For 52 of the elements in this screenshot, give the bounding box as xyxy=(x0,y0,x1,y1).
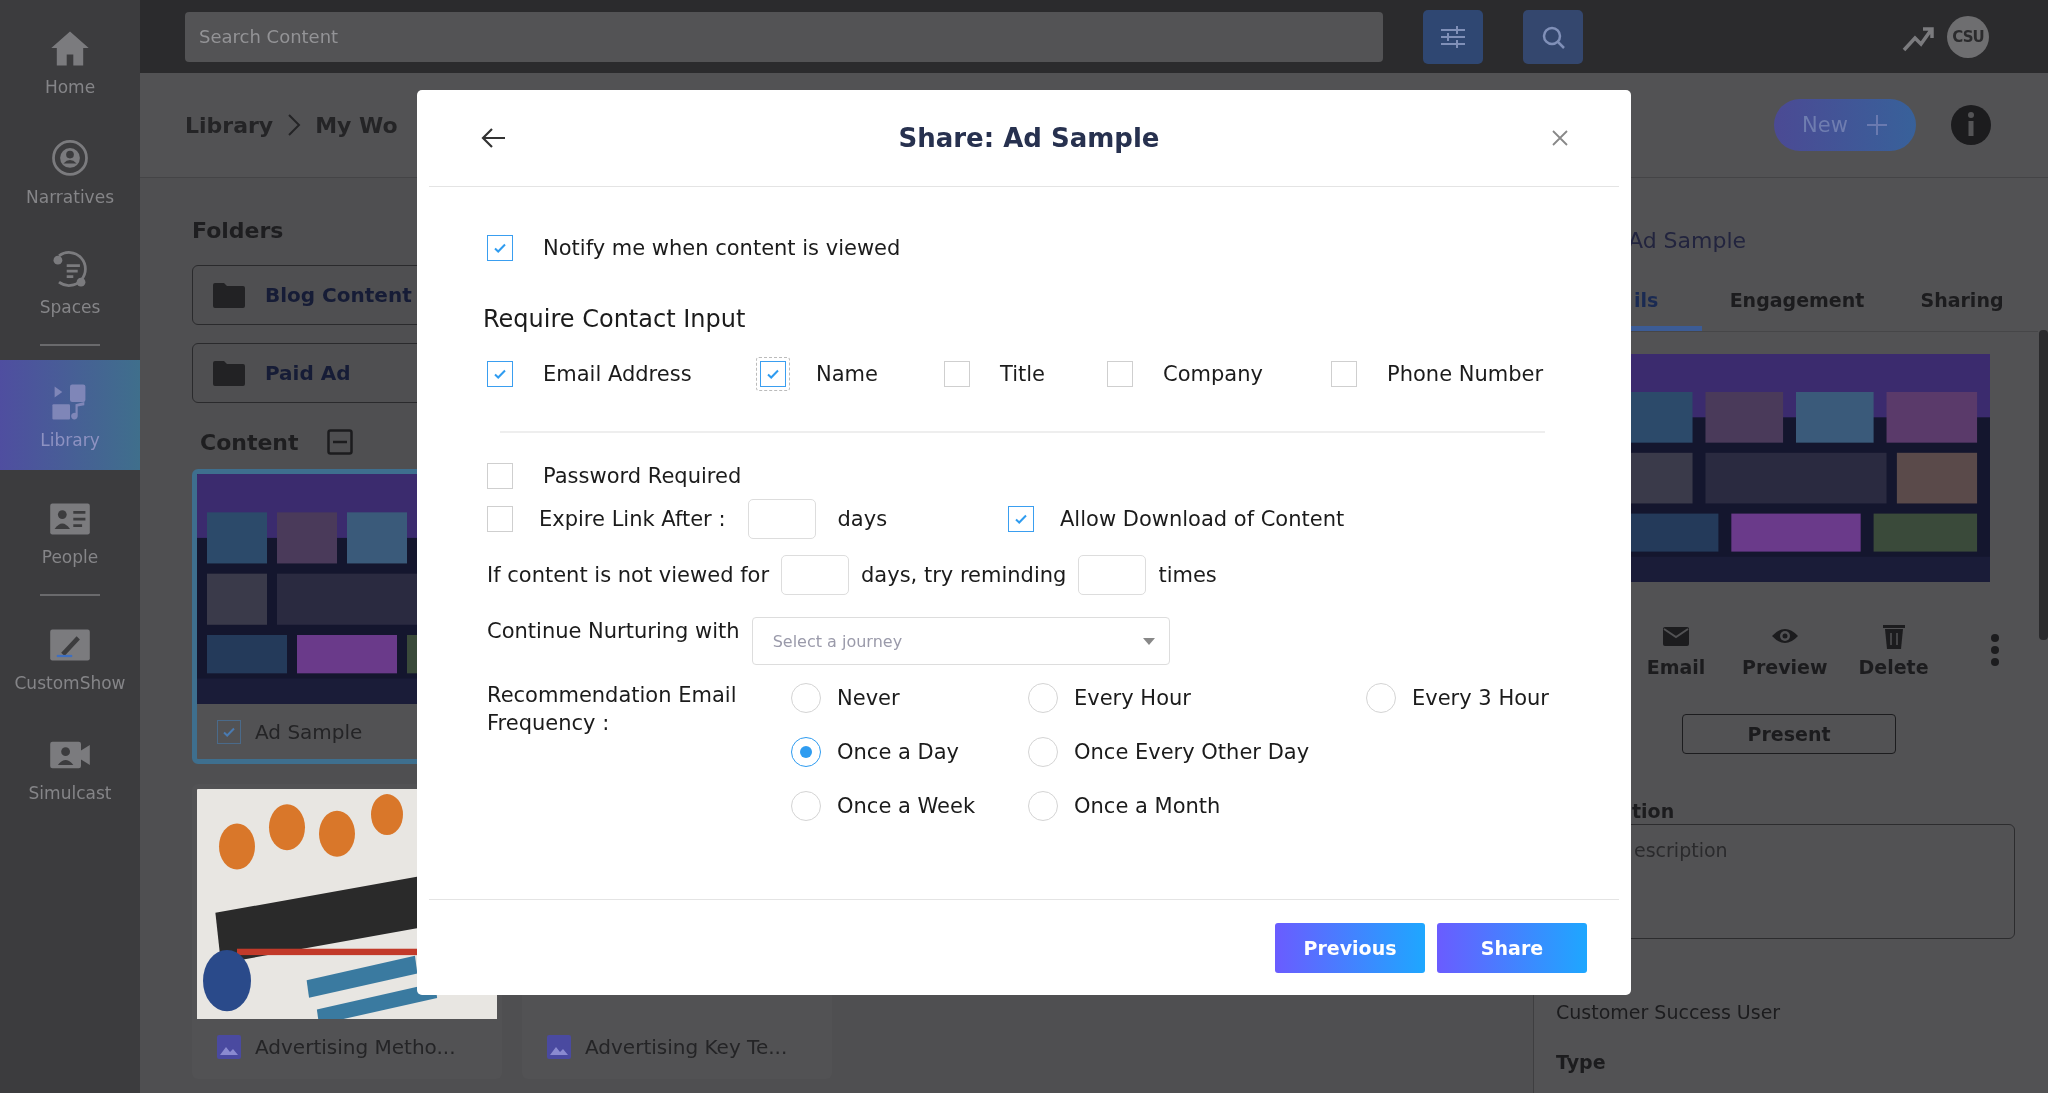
journey-dropdown[interactable]: Select a journey xyxy=(751,617,1170,665)
checkbox-label: Title xyxy=(1000,362,1045,386)
sidebar-item[interactable]: Spaces xyxy=(0,234,140,330)
image-icon xyxy=(547,1034,571,1059)
plus-icon xyxy=(1865,114,1888,136)
sidebar-item[interactable]: Library xyxy=(0,360,140,470)
days-field[interactable] xyxy=(781,555,849,595)
dialog-button[interactable]: Share xyxy=(1437,922,1587,973)
field-label: days, try reminding xyxy=(861,563,1067,587)
dialog-button[interactable]: Previous xyxy=(1275,922,1425,973)
checkbox[interactable] xyxy=(217,719,241,744)
radio-label: Every Hour xyxy=(1074,686,1191,710)
search-button[interactable] xyxy=(1523,9,1583,64)
collapse-icon[interactable] xyxy=(326,429,353,455)
radio-label: Once a Day xyxy=(837,740,959,764)
filter-button[interactable] xyxy=(1423,9,1483,64)
times-field[interactable] xyxy=(1078,555,1147,595)
field-label: times xyxy=(1158,563,1217,587)
dialog-title: Share: Ad Sample xyxy=(898,123,1160,153)
radio-label: Every 3 Hour xyxy=(1412,686,1549,710)
sidebar-item[interactable]: Narratives xyxy=(0,124,140,220)
close-icon[interactable] xyxy=(1551,129,1569,147)
scrollbar[interactable] xyxy=(2039,330,2048,640)
checkbox-label: Expire Link After : xyxy=(539,507,726,531)
sidebar-item[interactable]: People xyxy=(0,484,140,580)
checkbox-label: Phone Number xyxy=(1387,362,1544,386)
image-icon xyxy=(217,1034,241,1059)
chevron-right-icon xyxy=(287,113,302,137)
checkbox-label: Name xyxy=(816,362,878,386)
radio-label: Once a Month xyxy=(1074,794,1221,818)
search-field[interactable]: Search Content xyxy=(185,11,1383,62)
radio-label: Once a Week xyxy=(837,794,976,818)
info-icon[interactable] xyxy=(1950,104,1992,146)
radio-label: Never xyxy=(837,686,900,710)
checkbox-label: Company xyxy=(1163,362,1263,386)
checkbox-label: Allow Download of Content xyxy=(1060,507,1345,531)
days-field[interactable] xyxy=(747,499,816,539)
checkbox-label: Notify me when content is viewed xyxy=(543,236,901,260)
sidebar-item[interactable]: Home xyxy=(0,14,140,110)
checkbox[interactable] xyxy=(756,357,790,391)
more-options-icon[interactable] xyxy=(1989,633,2000,667)
user-avatar[interactable]: CSU xyxy=(1947,15,1989,58)
sidebar-item[interactable]: CustomShow xyxy=(0,610,140,706)
back-arrow-icon[interactable] xyxy=(481,127,507,149)
checkbox-label: Email Address xyxy=(543,362,692,386)
folder-icon xyxy=(213,360,245,386)
radio-label: Once Every Other Day xyxy=(1074,740,1310,764)
caret-icon xyxy=(1142,637,1155,645)
checkbox-label: Password Required xyxy=(543,464,742,488)
unit-label: days xyxy=(837,507,888,531)
folder-icon xyxy=(213,282,245,308)
sidebar-item[interactable]: Simulcast xyxy=(0,720,140,816)
